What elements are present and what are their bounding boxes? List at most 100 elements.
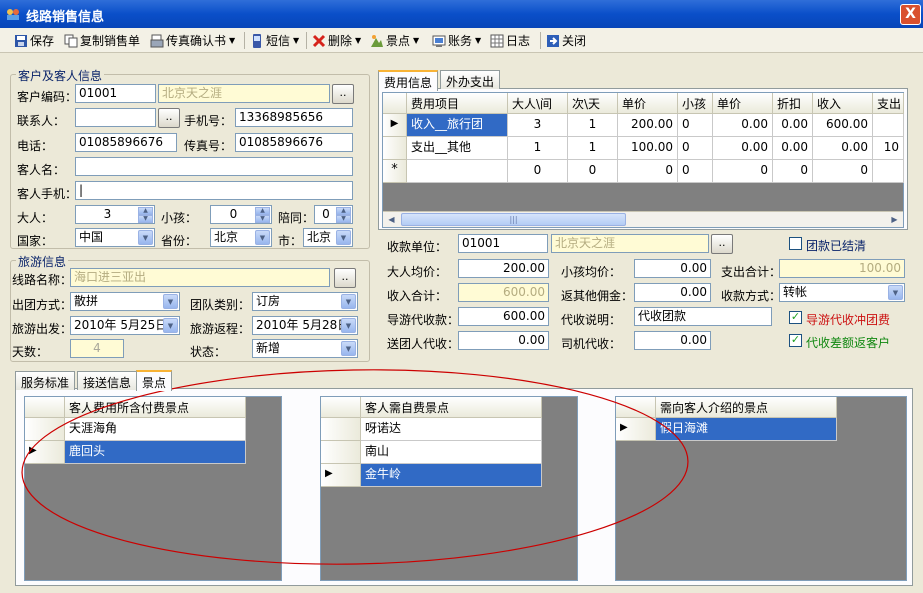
diff-rebate-checkbox[interactable]: ✓ <box>789 334 802 347</box>
stepper-down-icon[interactable]: ▼ <box>255 215 270 223</box>
list-item[interactable]: 金牛岭 <box>361 464 542 487</box>
table-cell[interactable]: 1 <box>568 114 618 137</box>
child-count-stepper[interactable]: 0 ▲ ▼ <box>210 205 272 224</box>
scenic-button[interactable]: 景点 ▼ <box>370 32 419 49</box>
table-cell[interactable]: 收入__旅行团 <box>407 114 508 137</box>
team-type-select[interactable]: 订房 ▼ <box>252 292 358 311</box>
stepper-up-icon[interactable]: ▲ <box>255 207 270 215</box>
table-cell[interactable]: 1 <box>568 137 618 160</box>
chevron-down-icon[interactable]: ▼ <box>336 230 351 245</box>
row-pointer-icon[interactable]: ▶ <box>25 441 65 464</box>
status-select[interactable]: 新增 ▼ <box>252 339 358 358</box>
stepper-up-icon[interactable]: ▲ <box>336 207 351 215</box>
row-pointer-icon[interactable]: ▶ <box>383 114 407 137</box>
log-button[interactable]: 日志 <box>490 32 530 49</box>
fax-input[interactable]: 01085896676 <box>235 133 353 152</box>
payee-lookup-button[interactable]: .. <box>711 234 733 254</box>
row-header[interactable] <box>383 137 407 160</box>
adult-avg-input[interactable]: 200.00 <box>458 259 549 278</box>
save-button[interactable]: 保存 <box>14 32 54 49</box>
col-header-expense[interactable]: 支出 <box>873 93 904 114</box>
adult-count-stepper[interactable]: 3 ▲ ▼ <box>75 205 155 224</box>
table-cell[interactable]: 3 <box>508 114 568 137</box>
accounts-button[interactable]: 账务 ▼ <box>432 32 481 49</box>
table-cell[interactable]: 0 <box>773 160 813 183</box>
table-cell[interactable]: 0 <box>508 160 568 183</box>
close-button[interactable]: 关闭 <box>546 32 586 49</box>
tab-service-standard[interactable]: 服务标准 <box>15 371 76 390</box>
row-pointer-icon[interactable]: ▶ <box>616 418 656 441</box>
col-header-self-paid-scenic[interactable]: 客人需自费景点 <box>361 397 542 418</box>
col-header-income[interactable]: 收入 <box>813 93 873 114</box>
chevron-down-icon[interactable]: ▼ <box>888 285 903 300</box>
chevron-down-icon[interactable]: ▼ <box>341 341 356 356</box>
col-header-included-scenic[interactable]: 客人费用所含付费景点 <box>65 397 246 418</box>
settled-checkbox[interactable] <box>789 237 802 250</box>
stepper-down-icon[interactable]: ▼ <box>336 215 351 223</box>
return-date-picker[interactable]: 2010年 5月28日 ▼ <box>252 316 358 335</box>
fax-confirmation-button[interactable]: 传真确认书 ▼ <box>150 32 235 49</box>
table-cell[interactable]: 0.00 <box>813 137 873 160</box>
tab-external-expense[interactable]: 外办支出 <box>440 70 501 89</box>
chevron-down-icon[interactable]: ▼ <box>341 294 356 309</box>
collect-note-input[interactable]: 代收团款 <box>634 307 772 326</box>
customer-lookup-button[interactable]: .. <box>332 84 354 104</box>
table-cell[interactable]: 0 <box>713 160 773 183</box>
table-cell[interactable]: 600.00 <box>813 114 873 137</box>
tab-fee-info[interactable]: 费用信息 <box>378 70 439 91</box>
depart-type-select[interactable]: 散拼 ▼ <box>70 292 180 311</box>
col-header-price[interactable]: 单价 <box>618 93 678 114</box>
window-close-button[interactable]: X <box>900 4 921 25</box>
table-cell[interactable]: 0 <box>678 114 713 137</box>
payment-method-select[interactable]: 转帐 ▼ <box>779 283 905 302</box>
list-item[interactable]: 天涯海角 <box>65 418 246 441</box>
new-row-icon[interactable]: * <box>383 160 407 183</box>
table-cell[interactable]: 0.00 <box>713 137 773 160</box>
sender-collect-input[interactable]: 0.00 <box>458 331 549 350</box>
table-cell[interactable] <box>873 114 904 137</box>
col-header-fee-item[interactable]: 费用项目 <box>407 93 508 114</box>
table-cell[interactable]: 0 <box>813 160 873 183</box>
table-cell[interactable]: 200.00 <box>618 114 678 137</box>
chevron-down-icon[interactable]: ▼ <box>163 294 178 309</box>
list-item[interactable]: 假日海滩 <box>656 418 837 441</box>
copy-sales-order-button[interactable]: 复制销售单 <box>64 32 140 49</box>
rebate-input[interactable]: 0.00 <box>634 283 711 302</box>
col-header-recommend-scenic[interactable]: 需向客人介绍的景点 <box>656 397 837 418</box>
country-select[interactable]: 中国 ▼ <box>75 228 155 247</box>
calendar-dropdown-icon[interactable]: ▼ <box>341 318 356 333</box>
scroll-thumb[interactable]: ||| <box>401 213 626 226</box>
table-cell[interactable]: 1 <box>508 137 568 160</box>
guide-collect-input[interactable]: 600.00 <box>458 307 549 326</box>
list-item[interactable]: 南山 <box>361 441 542 464</box>
col-header-discount[interactable]: 折扣 <box>773 93 813 114</box>
phone-input[interactable]: 01085896676 <box>75 133 177 152</box>
table-cell[interactable]: 0 <box>678 160 713 183</box>
mobile-input[interactable]: 13368985656 <box>235 108 353 127</box>
child-avg-input[interactable]: 0.00 <box>634 259 711 278</box>
row-header[interactable] <box>321 418 361 441</box>
tab-scenic[interactable]: 景点 <box>136 370 173 391</box>
col-header-adult-room[interactable]: 大人\间 <box>508 93 568 114</box>
payee-code-input[interactable]: 01001 <box>458 234 548 253</box>
col-header-child[interactable]: 小孩 <box>678 93 713 114</box>
table-cell[interactable]: 100.00 <box>618 137 678 160</box>
table-cell[interactable] <box>873 160 904 183</box>
list-item[interactable]: 呀诺达 <box>361 418 542 441</box>
table-cell[interactable]: 0.00 <box>773 114 813 137</box>
table-cell[interactable]: 0 <box>568 160 618 183</box>
chevron-down-icon[interactable]: ▼ <box>138 230 153 245</box>
guest-mobile-input[interactable]: | <box>75 181 353 200</box>
route-lookup-button[interactable]: .. <box>334 268 356 288</box>
table-cell[interactable]: 0.00 <box>713 114 773 137</box>
table-cell[interactable]: 0.00 <box>773 137 813 160</box>
table-cell[interactable]: 支出__其他 <box>407 137 508 160</box>
stepper-down-icon[interactable]: ▼ <box>138 215 153 223</box>
stepper-up-icon[interactable]: ▲ <box>138 207 153 215</box>
row-header[interactable] <box>25 418 65 441</box>
horizontal-scrollbar[interactable]: ◀ ||| ▶ <box>383 211 903 227</box>
delete-button[interactable]: 删除 ▼ <box>312 32 361 49</box>
row-header[interactable] <box>321 441 361 464</box>
table-cell[interactable]: 0 <box>678 137 713 160</box>
province-select[interactable]: 北京 ▼ <box>210 228 272 247</box>
